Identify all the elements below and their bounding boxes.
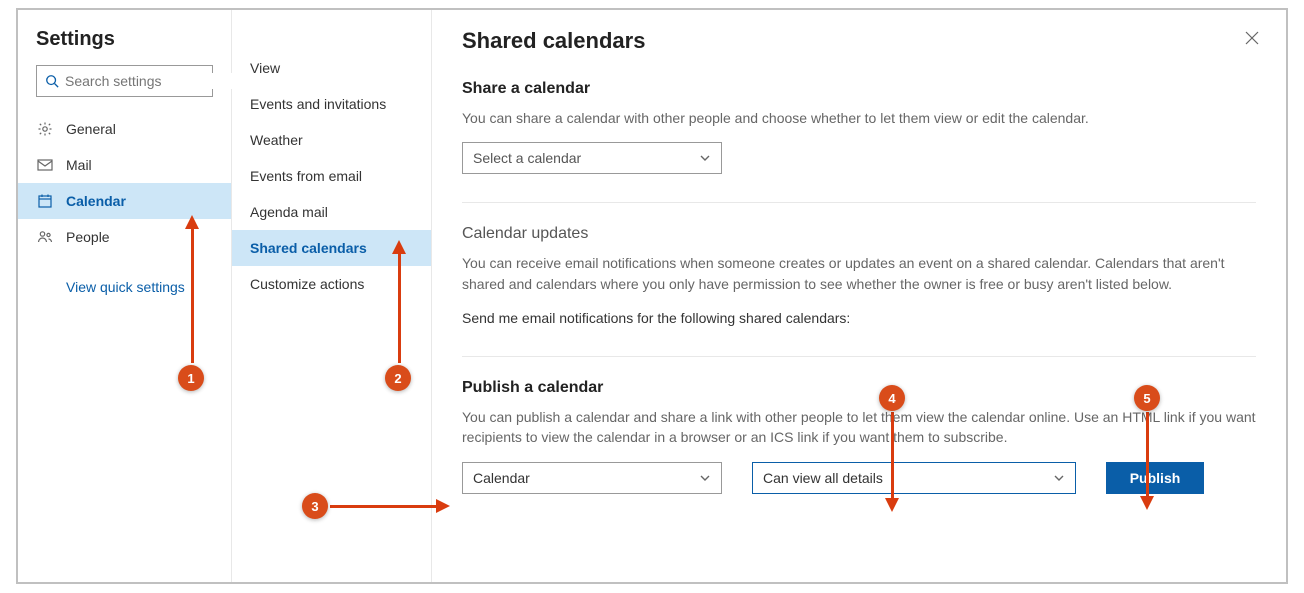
annotation-badge-2: 2: [385, 365, 411, 391]
annotation-arrow-3-line: [330, 505, 438, 508]
settings-title: Settings: [18, 28, 231, 65]
annotation-badge-3: 3: [302, 493, 328, 519]
divider: [462, 202, 1256, 203]
annotation-arrow-5-line: [1146, 412, 1149, 498]
page-heading: Shared calendars: [462, 28, 1256, 80]
mail-icon: [36, 159, 54, 171]
publish-desc: You can publish a calendar and share a l…: [462, 407, 1256, 448]
share-desc: You can share a calendar with other peop…: [462, 108, 1256, 128]
annotation-arrow-1-line: [191, 228, 194, 363]
sub-view[interactable]: View: [232, 50, 431, 86]
annotation-arrow-4: [885, 498, 899, 512]
annotation-arrow-4-line: [891, 412, 894, 500]
divider: [462, 356, 1256, 357]
updates-desc: You can receive email notifications when…: [462, 253, 1256, 294]
sub-customize-actions[interactable]: Customize actions: [232, 266, 431, 302]
nav-people[interactable]: People: [18, 219, 231, 255]
nav-label: General: [66, 121, 116, 137]
select-calendar-dropdown[interactable]: Select a calendar: [462, 142, 722, 174]
nav-label: Mail: [66, 157, 92, 173]
select-value: Calendar: [473, 470, 530, 486]
select-value: Select a calendar: [473, 150, 581, 166]
publish-button[interactable]: Publish: [1106, 462, 1204, 494]
annotation-badge-1: 1: [178, 365, 204, 391]
annotation-badge-4: 4: [879, 385, 905, 411]
sub-weather[interactable]: Weather: [232, 122, 431, 158]
updates-section: Calendar updates You can receive email n…: [462, 225, 1256, 328]
select-value: Can view all details: [763, 470, 883, 486]
nav-general[interactable]: General: [18, 111, 231, 147]
updates-title: Calendar updates: [462, 225, 1256, 243]
sub-events-from-email[interactable]: Events from email: [232, 158, 431, 194]
annotation-arrow-5: [1140, 496, 1154, 510]
people-icon: [36, 230, 54, 244]
view-quick-settings-link[interactable]: View quick settings: [18, 255, 231, 295]
annotation-arrow-2-line: [398, 253, 401, 363]
nav-label: People: [66, 229, 110, 245]
chevron-down-icon: [699, 472, 711, 484]
annotation-arrow-2: [392, 240, 406, 254]
updates-prompt: Send me email notifications for the foll…: [462, 308, 1256, 328]
publish-calendar-dropdown[interactable]: Calendar: [462, 462, 722, 494]
settings-sidebar: Settings General Mail Calendar: [18, 10, 232, 582]
main-panel: Shared calendars Share a calendar You ca…: [432, 10, 1286, 582]
share-section: Share a calendar You can share a calenda…: [462, 80, 1256, 174]
search-icon: [45, 74, 59, 88]
share-title: Share a calendar: [462, 80, 1256, 98]
calendar-subsidebar: View Events and invitations Weather Even…: [232, 10, 432, 582]
publish-permission-dropdown[interactable]: Can view all details: [752, 462, 1076, 494]
nav-label: Calendar: [66, 193, 126, 209]
search-field[interactable]: [65, 73, 246, 89]
sub-agenda-mail[interactable]: Agenda mail: [232, 194, 431, 230]
search-settings-input[interactable]: [36, 65, 213, 97]
nav-mail[interactable]: Mail: [18, 147, 231, 183]
gear-icon: [36, 121, 54, 137]
chevron-down-icon: [699, 152, 711, 164]
annotation-arrow-3: [436, 499, 450, 513]
annotation-badge-5: 5: [1134, 385, 1160, 411]
close-button[interactable]: [1244, 30, 1264, 50]
nav-calendar[interactable]: Calendar: [18, 183, 231, 219]
sub-events-invitations[interactable]: Events and invitations: [232, 86, 431, 122]
annotation-arrow-1: [185, 215, 199, 229]
chevron-down-icon: [1053, 472, 1065, 484]
calendar-icon: [36, 193, 54, 209]
close-icon: [1244, 30, 1260, 46]
